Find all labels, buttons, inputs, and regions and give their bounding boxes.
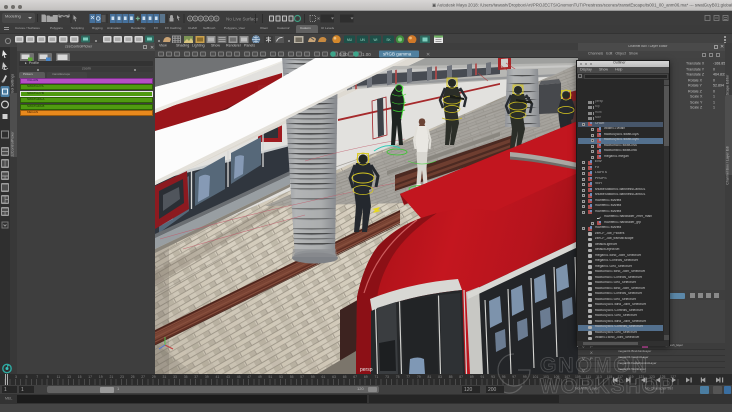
svg-text:31: 31 xyxy=(163,375,167,379)
svg-text:51: 51 xyxy=(269,375,273,379)
svg-text:15: 15 xyxy=(78,375,82,379)
svg-text:81: 81 xyxy=(428,375,432,379)
svg-text:111: 111 xyxy=(586,375,591,379)
svg-text:5: 5 xyxy=(26,375,28,379)
svg-text:77: 77 xyxy=(406,375,410,379)
svg-text:67: 67 xyxy=(353,375,357,379)
svg-text:29: 29 xyxy=(152,375,156,379)
svg-text:7: 7 xyxy=(36,375,38,379)
svg-text:13: 13 xyxy=(67,375,71,379)
svg-text:43: 43 xyxy=(226,375,230,379)
svg-text:61: 61 xyxy=(322,375,326,379)
svg-text:WI: WI xyxy=(374,38,378,42)
svg-text:103: 103 xyxy=(543,375,549,379)
svg-text:97: 97 xyxy=(512,375,516,379)
svg-text:79: 79 xyxy=(417,375,421,379)
svg-text:✕: ✕ xyxy=(426,52,430,58)
svg-text:UN: UN xyxy=(360,38,365,42)
svg-text:33: 33 xyxy=(173,375,177,379)
svg-text:95: 95 xyxy=(502,375,506,379)
svg-text:27: 27 xyxy=(141,375,145,379)
svg-text:107: 107 xyxy=(564,375,570,379)
svg-text:sRGB gamma: sRGB gamma xyxy=(383,52,412,57)
svg-text:21: 21 xyxy=(110,375,114,379)
svg-text:No Live Surface: No Live Surface xyxy=(226,17,259,22)
svg-text:73: 73 xyxy=(385,375,389,379)
svg-text:23: 23 xyxy=(120,375,124,379)
svg-text:101: 101 xyxy=(533,375,539,379)
svg-text:93: 93 xyxy=(491,375,495,379)
svg-text:53: 53 xyxy=(279,375,283,379)
svg-text:45: 45 xyxy=(237,375,241,379)
svg-text:37: 37 xyxy=(194,375,198,379)
svg-text:17: 17 xyxy=(88,375,92,379)
svg-text:63: 63 xyxy=(332,375,336,379)
svg-text:49: 49 xyxy=(258,375,262,379)
svg-text:59: 59 xyxy=(311,375,315,379)
svg-text:71: 71 xyxy=(375,375,379,379)
svg-text:persp: persp xyxy=(360,367,373,373)
svg-text:109: 109 xyxy=(575,375,581,379)
svg-text:75: 75 xyxy=(396,375,400,379)
svg-text:69: 69 xyxy=(364,375,368,379)
svg-text:25: 25 xyxy=(131,375,135,379)
svg-text:11: 11 xyxy=(57,375,61,379)
svg-text:1.00: 1.00 xyxy=(362,52,371,57)
svg-text:3: 3 xyxy=(15,375,17,379)
svg-text:99: 99 xyxy=(523,375,527,379)
svg-text:89: 89 xyxy=(470,375,474,379)
svg-text:57: 57 xyxy=(300,375,304,379)
svg-text:105: 105 xyxy=(554,375,560,379)
svg-text:39: 39 xyxy=(205,375,209,379)
svg-text:83: 83 xyxy=(438,375,442,379)
svg-text:91: 91 xyxy=(481,375,485,379)
svg-text:41: 41 xyxy=(216,375,220,379)
svg-text:55: 55 xyxy=(290,375,294,379)
svg-text:65: 65 xyxy=(343,375,347,379)
svg-text:87: 87 xyxy=(459,375,463,379)
svg-text:9: 9 xyxy=(47,375,49,379)
svg-text:19: 19 xyxy=(99,375,103,379)
svg-text:113: 113 xyxy=(596,375,602,379)
svg-text:MU: MU xyxy=(347,38,353,42)
svg-text:47: 47 xyxy=(247,375,251,379)
svg-text:35: 35 xyxy=(184,375,188,379)
svg-text:85: 85 xyxy=(449,375,453,379)
svg-text:0.00: 0.00 xyxy=(339,52,348,57)
